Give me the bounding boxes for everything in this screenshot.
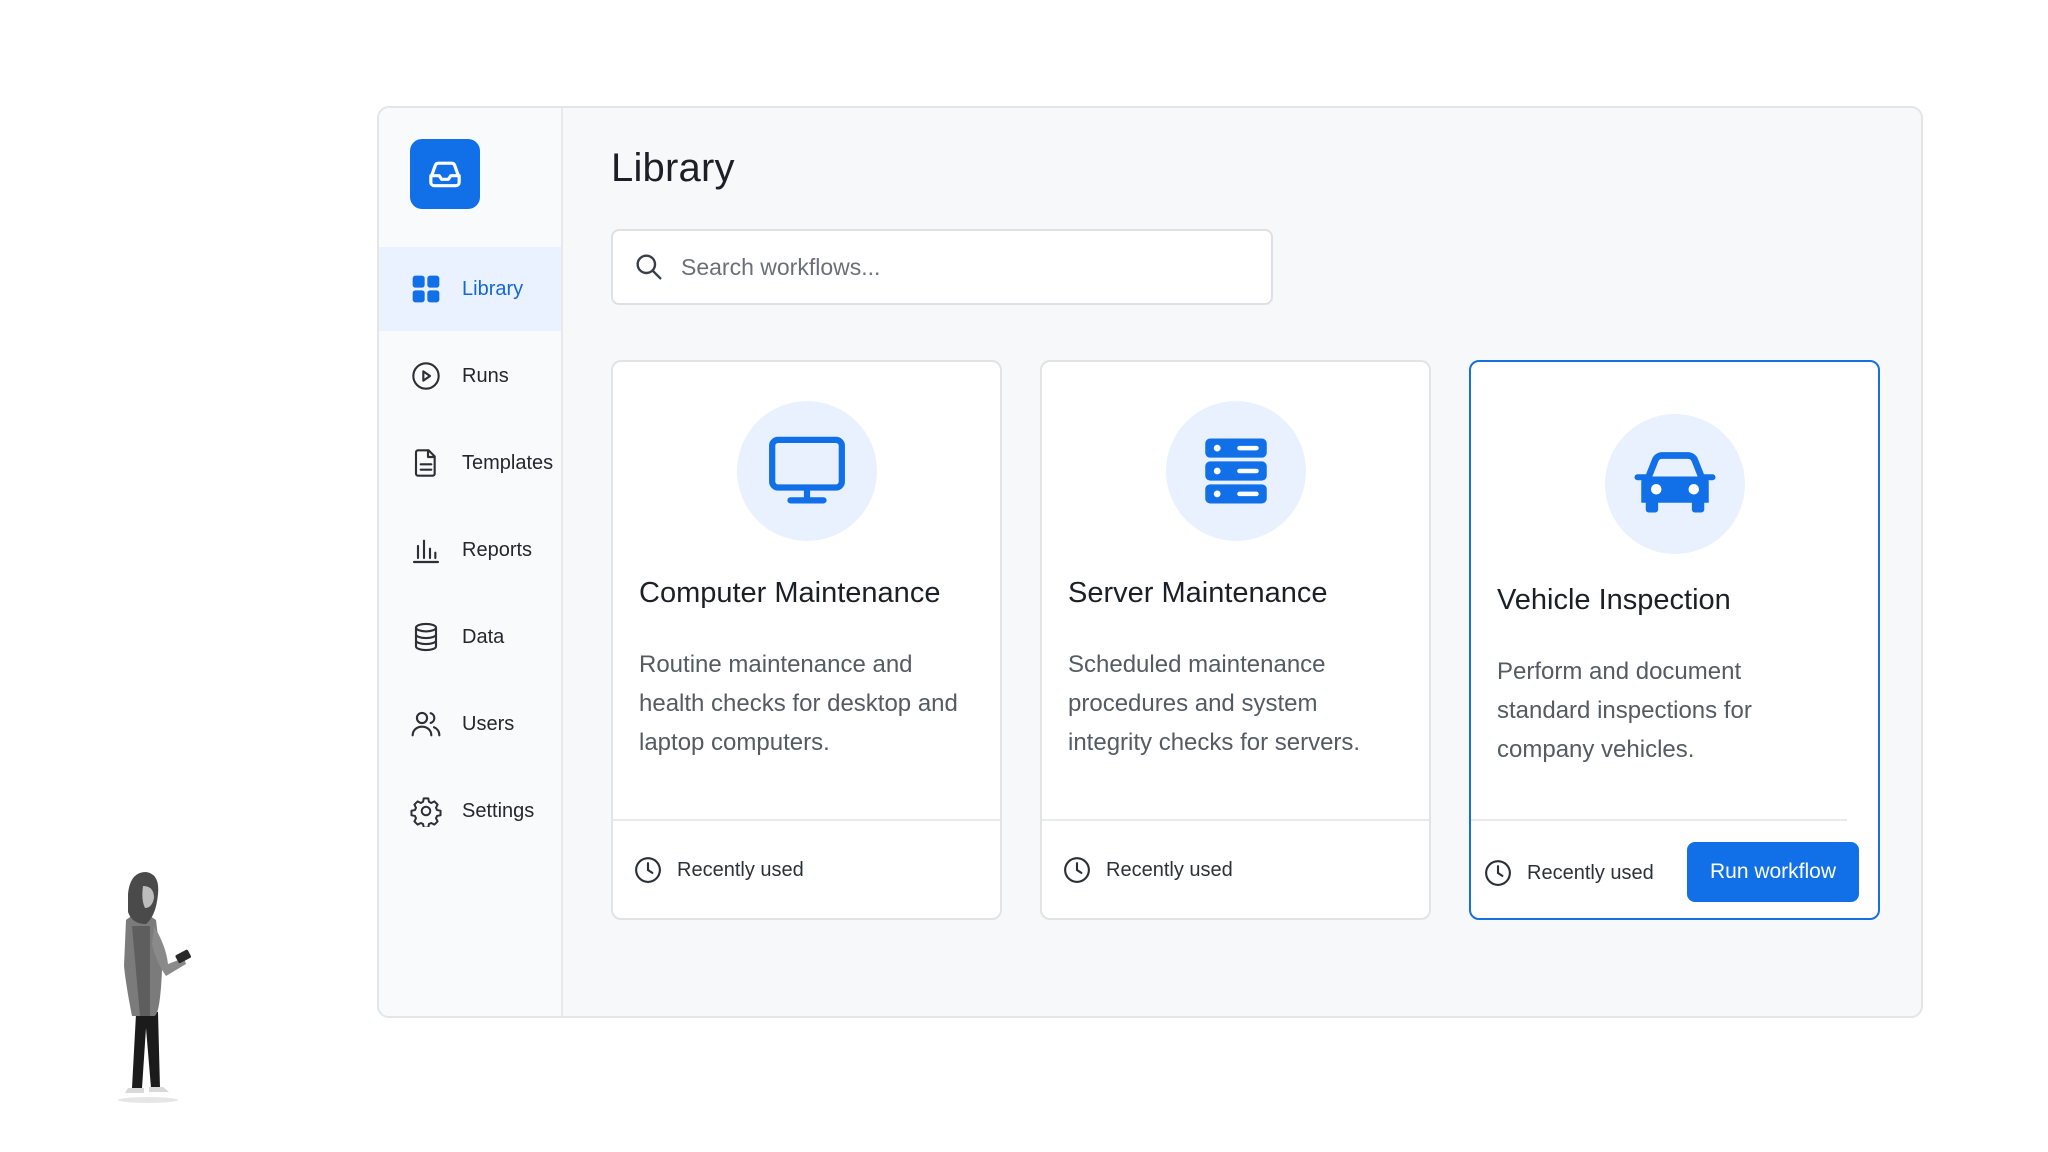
workflow-card-computer-maintenance[interactable]: Computer Maintenance Routine maintenance…	[611, 360, 1002, 920]
car-icon	[1634, 452, 1715, 513]
workflow-card-server-maintenance[interactable]: Server Maintenance Scheduled maintenance…	[1040, 360, 1431, 920]
app-logo[interactable]	[410, 139, 480, 209]
grid-icon	[409, 272, 443, 306]
app-window: Library Runs Templates Reports Data User…	[377, 106, 1923, 1018]
card-divider	[613, 819, 1000, 821]
card-icon-circle	[1165, 401, 1306, 541]
sidebar-item-label: Settings	[462, 799, 535, 822]
search-icon	[636, 254, 662, 280]
page-title: Library	[611, 146, 735, 190]
sidebar-item-runs[interactable]: Runs	[379, 334, 561, 418]
sidebar-item-label: Runs	[462, 364, 509, 387]
card-title: Vehicle Inspection	[1497, 584, 1731, 616]
card-footer: Recently used	[633, 855, 804, 885]
database-icon	[409, 620, 443, 654]
workflow-card-vehicle-inspection[interactable]: Vehicle Inspection Perform and document …	[1469, 360, 1880, 920]
clock-icon	[1064, 857, 1090, 883]
sidebar-item-label: Data	[462, 625, 505, 648]
card-description: Perform and document standard inspection…	[1497, 658, 1752, 763]
sidebar-item-users[interactable]: Users	[379, 682, 561, 766]
card-footer: Recently used	[1483, 858, 1654, 888]
person-illustration	[118, 872, 191, 1103]
sidebar-item-label: Library	[462, 277, 524, 300]
card-description: Routine maintenance and health checks fo…	[639, 651, 958, 756]
users-icon	[409, 707, 443, 741]
sidebar-item-reports[interactable]: Reports	[379, 508, 561, 592]
stage: Library Runs Templates Reports Data User…	[0, 0, 2048, 1152]
recently-used-label: Recently used	[1106, 858, 1233, 881]
card-icon-circle	[736, 401, 877, 541]
sidebar-item-library[interactable]: Library	[379, 247, 561, 331]
card-divider	[1471, 819, 1847, 821]
card-divider	[1042, 819, 1429, 821]
sidebar-item-templates[interactable]: Templates	[379, 421, 561, 505]
search-input[interactable]	[681, 253, 1241, 281]
card-title: Computer Maintenance	[639, 577, 941, 609]
sidebar-item-settings[interactable]: Settings	[379, 769, 561, 853]
sidebar-item-data[interactable]: Data	[379, 595, 561, 679]
clock-icon	[1485, 860, 1511, 886]
recently-used-label: Recently used	[1527, 861, 1654, 884]
sidebar-item-label: Users	[462, 712, 515, 735]
card-footer: Recently used	[1062, 855, 1233, 885]
search-box[interactable]	[611, 229, 1273, 305]
card-icon-circle	[1604, 414, 1745, 554]
document-icon	[409, 446, 443, 480]
sidebar-item-label: Reports	[462, 538, 533, 561]
recently-used-label: Recently used	[677, 858, 804, 881]
play-circle-icon	[409, 359, 443, 393]
card-description: Scheduled maintenance procedures and sys…	[1068, 651, 1361, 756]
monitor-icon	[768, 436, 845, 504]
sidebar-item-label: Templates	[462, 451, 554, 474]
bar-chart-icon	[409, 533, 443, 567]
inbox-tray-icon	[429, 161, 461, 188]
gear-icon	[409, 794, 443, 828]
run-workflow-button[interactable]: Run workflow	[1687, 842, 1859, 902]
server-icon	[1204, 438, 1267, 504]
workflow-cards: Computer Maintenance Routine maintenance…	[611, 360, 1881, 920]
sidebar-nav: Library Runs Templates Reports Data User…	[379, 247, 561, 856]
clock-icon	[635, 857, 661, 883]
sidebar: Library Runs Templates Reports Data User…	[379, 108, 563, 1016]
card-title: Server Maintenance	[1068, 577, 1328, 609]
main-content: Library Computer Maintenance	[563, 108, 1921, 1016]
